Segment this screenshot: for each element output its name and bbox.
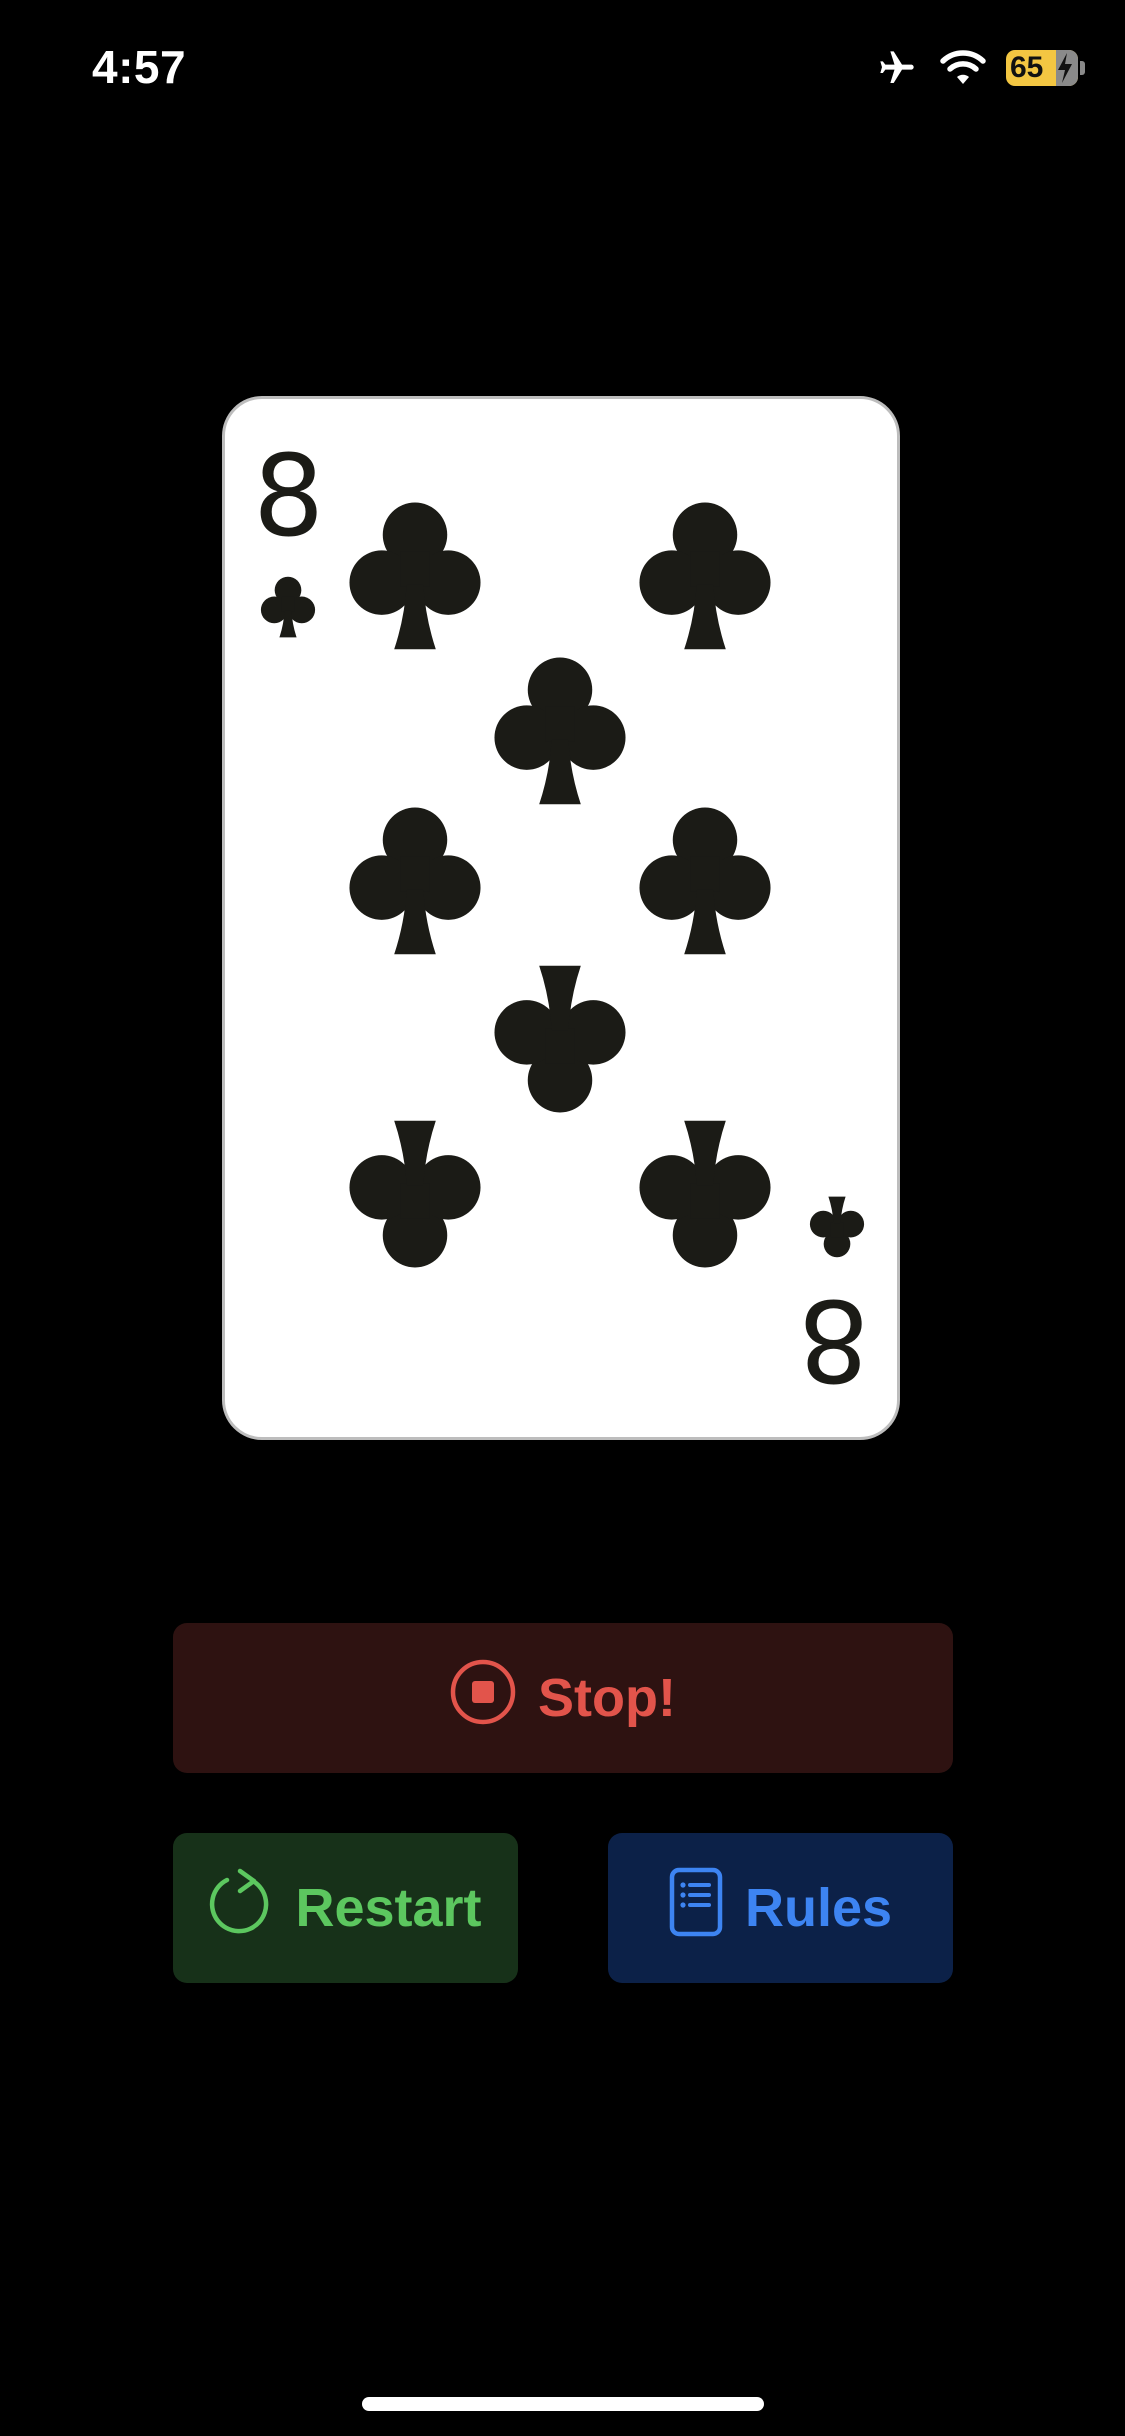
rules-button-label: Rules xyxy=(744,1878,893,1938)
status-icons: 65 xyxy=(874,44,1085,92)
club-icon xyxy=(639,502,771,650)
stop-circle-icon xyxy=(450,1659,516,1738)
restart-button-label: Restart xyxy=(295,1878,482,1938)
club-icon xyxy=(349,1120,481,1268)
club-icon xyxy=(639,1120,771,1268)
club-icon xyxy=(494,657,626,805)
battery-level: 65 xyxy=(1010,51,1044,84)
club-icon xyxy=(809,1196,865,1258)
rules-document-icon xyxy=(669,1867,723,1950)
stop-button-label: Stop! xyxy=(538,1668,676,1728)
battery-charging-icon: 65 xyxy=(1006,50,1078,86)
stop-button[interactable]: Stop! xyxy=(173,1623,953,1773)
battery-tip xyxy=(1080,61,1085,75)
home-indicator[interactable] xyxy=(362,2397,764,2411)
playing-card: 8 8 xyxy=(222,396,900,1440)
restart-button[interactable]: Restart xyxy=(173,1833,518,1983)
club-icon xyxy=(639,807,771,955)
club-icon xyxy=(260,576,316,638)
club-icon xyxy=(349,807,481,955)
card-pips xyxy=(260,502,865,1268)
club-icon xyxy=(349,502,481,650)
rules-button[interactable]: Rules xyxy=(608,1833,953,1983)
status-time: 4:57 xyxy=(92,41,187,93)
restart-arrow-icon xyxy=(209,1867,273,1950)
club-icon xyxy=(494,965,626,1113)
charging-bolt-icon xyxy=(1058,53,1072,83)
wifi-icon xyxy=(940,50,986,86)
airplane-icon xyxy=(874,48,920,88)
